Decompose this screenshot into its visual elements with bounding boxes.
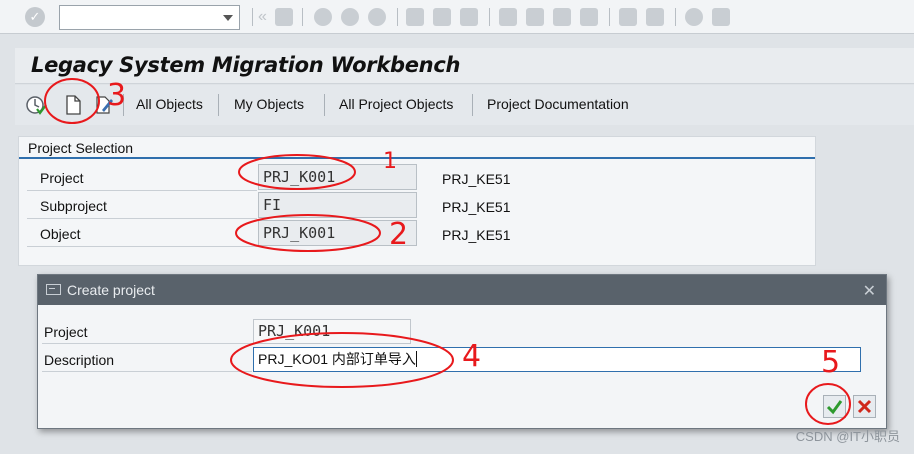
toolbar-separator [609,8,610,26]
previous-page-icon[interactable] [526,8,544,26]
toolbar-separator [397,8,398,26]
toolbar-separator [472,94,473,116]
cancel-button[interactable] [853,395,876,418]
dialog-description-label: Description [44,352,115,368]
panel-divider [19,157,815,159]
page-title: Legacy System Migration Workbench [31,53,461,77]
row-divider [27,190,257,191]
first-page-icon[interactable] [499,8,517,26]
subproject-description: PRJ_KE51 [442,199,511,215]
system-toolbar: ✓ « [0,0,914,34]
close-icon[interactable]: ✕ [863,281,876,301]
project-label: Project [40,170,84,186]
object-description: PRJ_KE51 [442,227,511,243]
subproject-label: Subproject [40,198,107,214]
command-field[interactable] [59,5,240,30]
window-icon [46,284,61,295]
execute-icon[interactable] [25,94,47,116]
description-input[interactable]: PRJ_KO01 内部订单导入 [253,347,861,372]
customize-icon[interactable] [712,8,730,26]
cancel-icon[interactable] [368,8,386,26]
dialog-header: Create project ✕ [38,275,886,305]
toolbar-separator [302,8,303,26]
project-selection-panel: Project Selection Project PRJ_K001 PRJ_K… [18,136,816,266]
toolbar-separator [123,94,124,116]
find-icon[interactable] [433,8,451,26]
toolbar-separator [218,94,219,116]
description-value: PRJ_KO01 内部订单导入 [258,351,416,367]
last-page-icon[interactable] [580,8,598,26]
back-icon[interactable] [314,8,332,26]
next-page-icon[interactable] [553,8,571,26]
all-project-objects-button[interactable]: All Project Objects [339,96,453,112]
row-divider [42,343,252,344]
panel-title: Project Selection [28,140,134,156]
row-divider [42,371,252,372]
new-session-icon[interactable] [619,8,637,26]
checkmark-icon [826,400,843,415]
object-field[interactable]: PRJ_K001 [258,220,417,246]
text-caret [415,351,417,367]
toolbar-separator [489,8,490,26]
dialog-project-field[interactable]: PRJ_K001 [253,319,411,344]
toolbar-separator [252,8,253,26]
object-label: Object [40,226,81,242]
my-objects-button[interactable]: My Objects [234,96,304,112]
cancel-x-icon [857,399,872,414]
dialog-project-label: Project [44,324,88,340]
title-bar: Legacy System Migration Workbench [15,48,914,84]
create-icon[interactable] [62,94,84,116]
all-objects-button[interactable]: All Objects [136,96,203,112]
confirm-button[interactable] [823,395,846,418]
project-documentation-button[interactable]: Project Documentation [487,96,629,112]
chevron-down-icon[interactable] [223,15,233,21]
toolbar-separator [324,94,325,116]
save-icon[interactable] [275,8,293,26]
application-toolbar: All Objects My Objects All Project Objec… [15,85,914,125]
shortcut-icon[interactable] [646,8,664,26]
project-description: PRJ_KE51 [442,171,511,187]
edit-icon[interactable] [93,94,115,116]
find-next-icon[interactable] [460,8,478,26]
ok-icon[interactable]: ✓ [25,7,45,27]
project-field[interactable]: PRJ_K001 [258,164,417,190]
row-divider [27,246,257,247]
print-icon[interactable] [406,8,424,26]
row-divider [27,218,257,219]
exit-icon[interactable] [341,8,359,26]
back-double-icon: « [258,8,267,25]
create-project-dialog: Create project ✕ Project PRJ_K001 Descri… [37,274,887,429]
dialog-title: Create project [67,282,155,298]
subproject-field[interactable]: FI [258,192,417,218]
toolbar-separator [675,8,676,26]
help-icon[interactable] [685,8,703,26]
watermark: CSDN @IT小职员 [795,429,900,444]
